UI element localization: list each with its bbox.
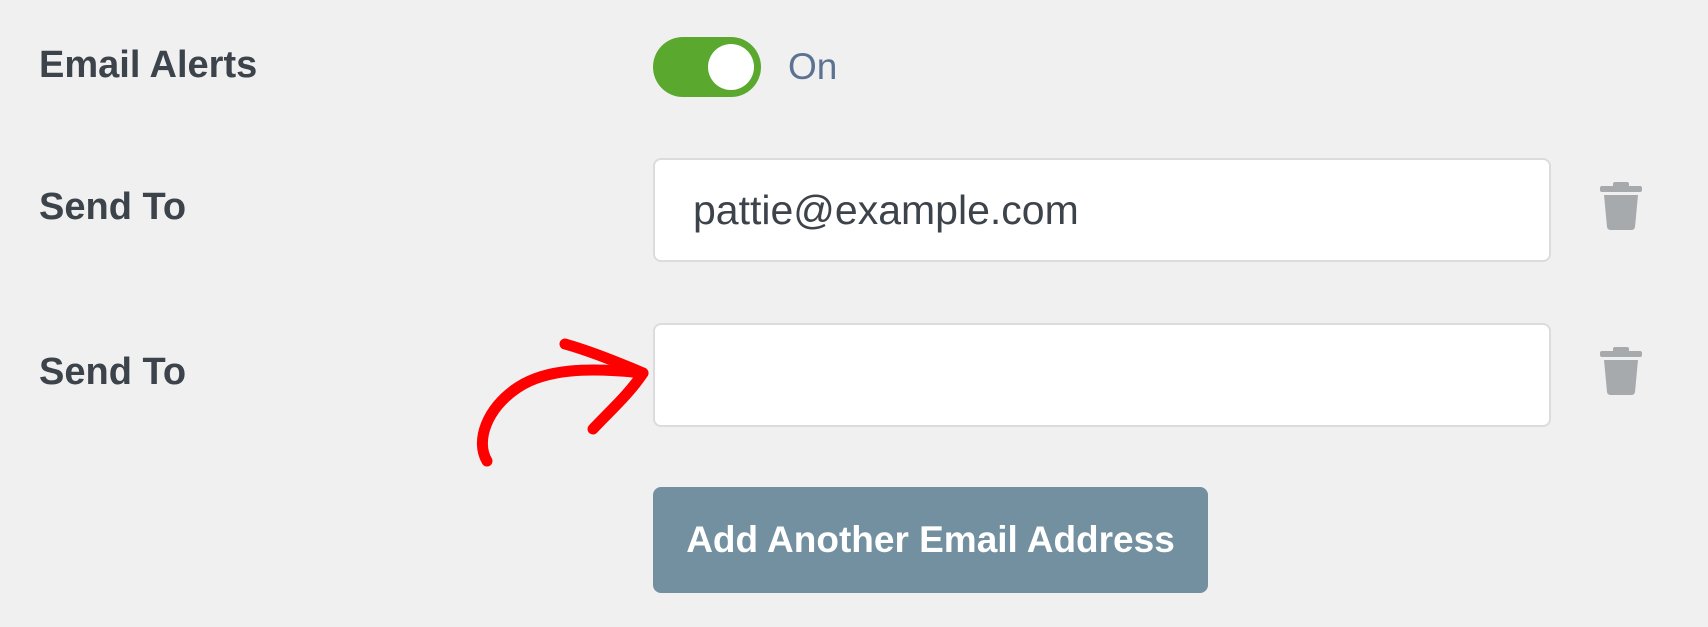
trash-icon[interactable] — [1600, 182, 1642, 230]
send-to-label: Send To — [39, 186, 187, 228]
add-email-button[interactable]: Add Another Email Address — [653, 487, 1208, 593]
email-alerts-label: Email Alerts — [39, 44, 258, 86]
toggle-state-text: On — [788, 46, 838, 87]
toggle-knob — [708, 44, 754, 90]
send-to-label: Send To — [39, 351, 187, 393]
trash-icon[interactable] — [1600, 347, 1642, 395]
send-to-email-input[interactable] — [653, 323, 1551, 427]
email-alerts-toggle[interactable] — [653, 37, 761, 97]
send-to-email-input[interactable] — [653, 158, 1551, 262]
red-arrow-annotation — [477, 338, 649, 467]
